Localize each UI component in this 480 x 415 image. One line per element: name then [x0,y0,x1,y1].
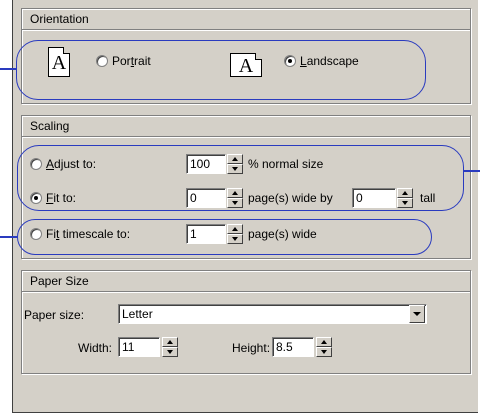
height-input[interactable]: 8.5 [272,337,314,357]
width-spinner[interactable] [162,337,178,357]
width-input[interactable]: 11 [118,337,160,357]
height-label: Height: [232,341,271,355]
scaling-title: Scaling [22,116,470,137]
spin-down-icon[interactable] [162,347,178,357]
timescale-highlight [17,219,432,255]
spin-down-icon[interactable] [316,347,332,357]
scaling-callout-line [463,170,480,172]
spin-up-icon[interactable] [316,337,332,347]
spin-up-icon[interactable] [162,337,178,347]
chevron-down-icon[interactable] [409,305,425,323]
timescale-callout-line [0,236,18,238]
scaling-highlight [17,145,464,211]
paper-size-label: Paper size: [24,308,85,322]
paper-size-title: Paper Size [22,271,470,292]
width-label: Width: [78,341,113,355]
paper-size-group: Paper Size Paper size: Letter Width: 11 … [21,270,471,374]
orientation-highlight [16,40,426,100]
orientation-callout-line [0,68,17,70]
paper-size-select[interactable]: Letter [118,304,427,324]
orientation-title: Orientation [22,9,470,30]
height-spinner[interactable] [316,337,332,357]
